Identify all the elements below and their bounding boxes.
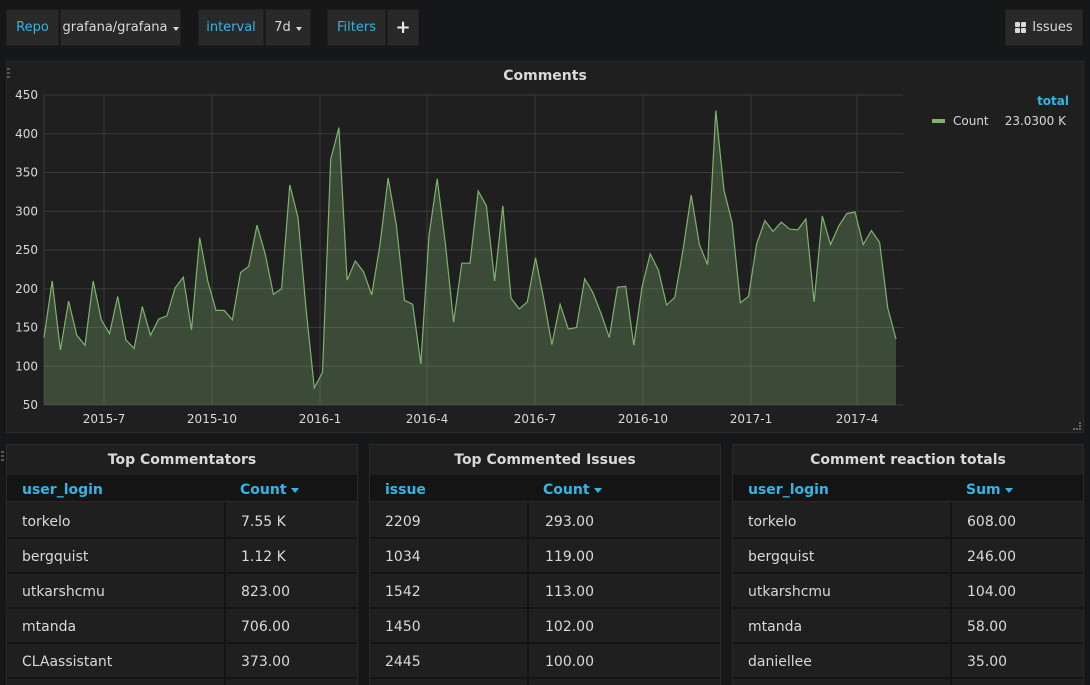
table-row[interactable]: mtanda 706.00 [7, 609, 357, 644]
issues-dashboard-link[interactable]: Issues [1005, 9, 1083, 46]
table-header: user_login Sum [733, 475, 1083, 502]
column-header-count[interactable]: Count [543, 482, 602, 498]
table-row[interactable]: utkarshcmu 823.00 [7, 574, 357, 609]
table-cell-value: 35.00 [967, 654, 1008, 670]
table-cell-key: daniellee [748, 654, 812, 670]
interval-variable-label[interactable]: interval [198, 9, 264, 46]
panel-title[interactable]: Comment reaction totals [733, 452, 1083, 468]
sort-desc-icon [1004, 487, 1013, 493]
table-cell-value: 104.00 [967, 584, 1016, 600]
table-cell-key: 2445 [385, 654, 421, 670]
sort-desc-icon [290, 487, 299, 493]
sort-desc-icon [593, 487, 602, 493]
table-cell-value: 373.00 [241, 654, 290, 670]
table-cell-key: 1542 [385, 584, 421, 600]
legend-total-header[interactable]: total [1037, 94, 1069, 108]
table-row[interactable]: mtanda 58.00 [733, 609, 1083, 644]
column-header-sum[interactable]: Sum [966, 482, 1013, 498]
top-commented-issues-panel: Top Commented Issues issue Count 2209 293… [369, 444, 721, 685]
repo-variable-dropdown[interactable]: grafana/grafana [60, 9, 181, 46]
table-cell-key: 1034 [385, 549, 421, 565]
column-header-count-label: Count [240, 482, 287, 498]
table-row[interactable]: CLAassistant 373.00 [7, 644, 357, 679]
table-cell-value: 293.00 [545, 514, 594, 530]
top-commentators-panel: Top Commentators user_login Count torkel… [1, 444, 358, 685]
repo-variable-value: grafana/grafana [62, 20, 168, 35]
table-row[interactable]: 2445 100.00 [370, 644, 720, 679]
table-cell-value: 608.00 [967, 514, 1016, 530]
table-cell-value: 1.12 K [241, 549, 286, 565]
table-row[interactable]: torkelo 608.00 [733, 504, 1083, 539]
table-cell-value: 102.00 [545, 619, 594, 635]
table-cell-value: 119.00 [545, 549, 594, 565]
table-cell-value: 7.55 K [241, 514, 286, 530]
dashboard: Repo grafana/grafana interval 7d Filters… [0, 0, 1090, 685]
table-cell-key: torkelo [748, 514, 797, 530]
column-header-issue[interactable]: issue [385, 482, 426, 498]
dashboard-toolbar: Repo grafana/grafana interval 7d Filters… [0, 0, 1090, 56]
legend-swatch [932, 119, 945, 123]
row-drag-handle[interactable] [1, 451, 5, 461]
table-cell-key: torkelo [22, 514, 71, 530]
table-cell-value: 706.00 [241, 619, 290, 635]
table-cell-value: 823.00 [241, 584, 290, 600]
table-cell-value: 246.00 [967, 549, 1016, 565]
column-header-sum-label: Sum [966, 482, 1001, 498]
filters-label[interactable]: Filters [327, 9, 386, 46]
legend-series-name: Count [953, 114, 989, 128]
table-cell-value: 113.00 [545, 584, 594, 600]
table-cell-value: 58.00 [967, 619, 1008, 635]
table-cell-value: 100.00 [545, 654, 594, 670]
table-row[interactable]: utkarshcmu 104.00 [733, 574, 1083, 609]
table-row[interactable]: torkelo 7.55 K [7, 504, 357, 539]
panel-title[interactable]: Top Commented Issues [370, 452, 720, 468]
table-cell-key: bergquist [22, 549, 89, 565]
panel-title[interactable]: Comments [7, 68, 1083, 84]
column-header-user-login[interactable]: user_login [22, 482, 103, 498]
table-header: issue Count [370, 475, 720, 502]
comments-graph-panel: Comments total [6, 61, 1084, 433]
chevron-down-icon [172, 26, 179, 31]
table-row[interactable]: 2209 293.00 [370, 504, 720, 539]
panel-title[interactable]: Top Commentators [7, 452, 357, 468]
repo-variable-label[interactable]: Repo [6, 9, 59, 46]
table-cell-key: bergquist [748, 549, 815, 565]
issues-link-label: Issues [1032, 20, 1073, 35]
table-cell-key: 2209 [385, 514, 421, 530]
table-cell-key: 1450 [385, 619, 421, 635]
table-row[interactable]: 1542 113.00 [370, 574, 720, 609]
table-cell-key: utkarshcmu [22, 584, 105, 600]
plus-icon: + [395, 16, 411, 38]
table-header: user_login Count [7, 475, 357, 502]
table-cell-key: utkarshcmu [748, 584, 831, 600]
table-row[interactable]: bergquist 246.00 [733, 539, 1083, 574]
column-header-count[interactable]: Count [240, 482, 299, 498]
column-header-count-label: Count [543, 482, 590, 498]
dashboard-grid-icon [1015, 22, 1027, 33]
legend-total-value: 23.0300 K [1004, 114, 1066, 128]
table-cell-key: mtanda [22, 619, 77, 635]
legend-item-count[interactable]: Count 23.0300 K [932, 113, 1072, 129]
add-filter-button[interactable]: + [387, 9, 419, 46]
table-row[interactable]: 1450 102.00 [370, 609, 720, 644]
table-row[interactable]: daniellee 35.00 [733, 644, 1083, 679]
chevron-down-icon [295, 26, 302, 31]
interval-variable-value: 7d [274, 20, 291, 35]
column-header-user-login[interactable]: user_login [748, 482, 829, 498]
table-cell-key: mtanda [748, 619, 803, 635]
panel-resize-handle[interactable] [1073, 422, 1081, 430]
table-row[interactable]: 1034 119.00 [370, 539, 720, 574]
table-row[interactable]: bergquist 1.12 K [7, 539, 357, 574]
comment-reaction-totals-panel: Comment reaction totals user_login Sum t… [732, 444, 1084, 685]
table-cell-key: CLAassistant [22, 654, 113, 670]
interval-variable-dropdown[interactable]: 7d [265, 9, 311, 46]
